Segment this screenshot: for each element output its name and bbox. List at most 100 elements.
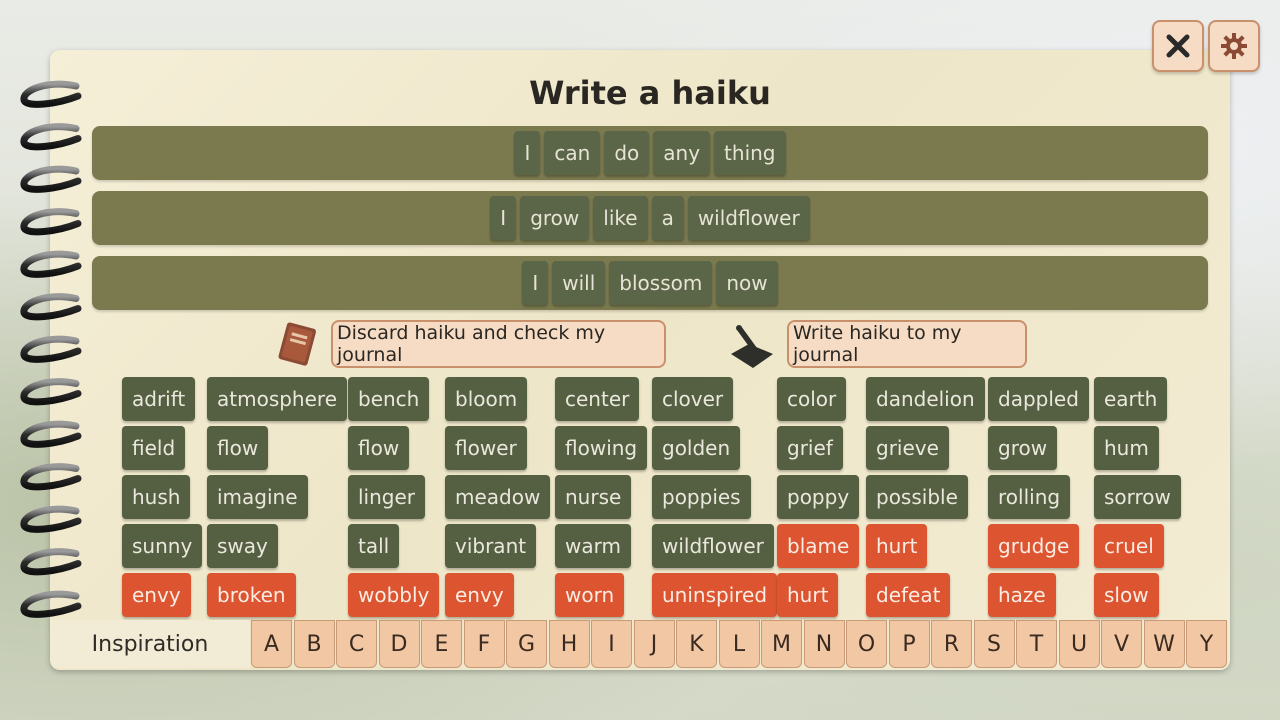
word-tile[interactable]: earth <box>1094 377 1168 421</box>
word-tile[interactable]: dappled <box>988 377 1089 421</box>
word-tile[interactable]: field <box>122 426 186 470</box>
word-tile[interactable]: flow <box>207 426 269 470</box>
word-tile[interactable]: vibrant <box>445 524 537 568</box>
letter-tab-d[interactable]: D <box>378 620 420 668</box>
word-tile[interactable]: grief <box>777 426 843 470</box>
discard-haiku-button[interactable]: Discard haiku and check my journal <box>331 320 666 368</box>
word-tile[interactable]: poppy <box>777 475 860 519</box>
word-tile[interactable]: bloom <box>445 377 528 421</box>
haiku-word[interactable]: can <box>544 131 601 175</box>
word-tile[interactable]: atmosphere <box>207 377 347 421</box>
haiku-word[interactable]: I <box>514 131 541 175</box>
word-tile[interactable]: wildflower <box>652 524 774 568</box>
word-tile[interactable]: broken <box>207 573 296 617</box>
haiku-word[interactable]: now <box>716 261 778 305</box>
haiku-line-1[interactable]: Ican do any thing <box>92 126 1208 180</box>
word-tile[interactable]: dandelion <box>866 377 985 421</box>
haiku-word[interactable]: thing <box>714 131 786 175</box>
inspiration-tab[interactable]: Inspiration <box>50 620 250 668</box>
word-tile[interactable]: envy <box>122 573 191 617</box>
word-tile[interactable]: hum <box>1094 426 1159 470</box>
word-tile[interactable]: adrift <box>122 377 196 421</box>
letter-tab-u[interactable]: U <box>1058 620 1100 668</box>
letter-tab-i[interactable]: I <box>591 620 632 668</box>
spiral-coil <box>20 378 82 406</box>
word-tile[interactable]: hurt <box>777 573 839 617</box>
word-tile[interactable]: meadow <box>445 475 551 519</box>
word-tile[interactable]: nurse <box>555 475 632 519</box>
word-tile[interactable]: poppies <box>652 475 751 519</box>
word-tile[interactable]: blame <box>777 524 860 568</box>
word-tile[interactable]: grieve <box>866 426 949 470</box>
word-tile[interactable]: sunny <box>122 524 203 568</box>
word-tile[interactable]: cruel <box>1094 524 1164 568</box>
word-tile[interactable]: slow <box>1094 573 1159 617</box>
word-tile[interactable]: grow <box>988 426 1058 470</box>
letter-tab-p[interactable]: P <box>888 620 930 668</box>
word-tile[interactable]: hush <box>122 475 191 519</box>
word-tile[interactable]: envy <box>445 573 514 617</box>
letter-tab-g[interactable]: G <box>506 620 547 668</box>
haiku-word[interactable]: I <box>522 261 549 305</box>
letter-tab-a[interactable]: A <box>251 620 292 668</box>
letter-tab-e[interactable]: E <box>421 620 462 668</box>
close-button[interactable] <box>1152 20 1204 72</box>
haiku-word[interactable]: do <box>604 131 650 175</box>
haiku-line-2[interactable]: Igrow like a wildflower <box>92 191 1208 245</box>
quill-pen-icon[interactable] <box>727 322 777 372</box>
letter-tab-r[interactable]: R <box>931 620 972 668</box>
word-tile[interactable]: defeat <box>866 573 951 617</box>
letter-tab-y[interactable]: Y <box>1186 620 1227 668</box>
word-tile[interactable]: hurt <box>866 524 928 568</box>
letter-tab-j[interactable]: J <box>633 620 675 668</box>
letter-tab-m[interactable]: M <box>761 620 802 668</box>
word-tile[interactable]: warm <box>555 524 631 568</box>
word-tile[interactable]: flowing <box>555 426 648 470</box>
journal-book-icon[interactable] <box>272 320 322 370</box>
page-title: Write a haiku <box>529 74 771 112</box>
letter-tab-l[interactable]: L <box>718 620 760 668</box>
letter-tab-s[interactable]: S <box>973 620 1015 668</box>
haiku-word[interactable]: grow <box>520 196 590 240</box>
word-tile[interactable]: flow <box>348 426 410 470</box>
word-tile[interactable]: center <box>555 377 640 421</box>
word-tile[interactable]: flower <box>445 426 527 470</box>
haiku-word[interactable]: like <box>593 196 648 240</box>
word-tile[interactable]: worn <box>555 573 625 617</box>
letter-tab-o[interactable]: O <box>846 620 887 668</box>
letter-tab-c[interactable]: C <box>336 620 377 668</box>
haiku-word[interactable]: I <box>490 196 517 240</box>
word-tile[interactable]: tall <box>348 524 400 568</box>
letter-tab-v[interactable]: V <box>1101 620 1142 668</box>
word-tile[interactable]: uninspired <box>652 573 778 617</box>
word-tile[interactable]: imagine <box>207 475 308 519</box>
word-tile[interactable]: sorrow <box>1094 475 1181 519</box>
word-tile[interactable]: color <box>777 377 847 421</box>
word-tile[interactable]: possible <box>866 475 968 519</box>
word-tile[interactable]: rolling <box>988 475 1071 519</box>
letter-tab-n[interactable]: N <box>803 620 845 668</box>
letter-tab-h[interactable]: H <box>548 620 590 668</box>
spiral-coil <box>20 250 82 278</box>
letter-tab-f[interactable]: F <box>463 620 505 668</box>
haiku-word[interactable]: wildflower <box>687 196 810 240</box>
letter-tab-t[interactable]: T <box>1016 620 1057 668</box>
haiku-word[interactable]: will <box>552 261 606 305</box>
letter-tab-k[interactable]: K <box>676 620 717 668</box>
haiku-word[interactable]: any <box>653 131 711 175</box>
haiku-word[interactable]: blossom <box>609 261 713 305</box>
write-haiku-button[interactable]: Write haiku to my journal <box>787 320 1027 368</box>
haiku-word[interactable]: a <box>651 196 684 240</box>
haiku-line-3[interactable]: Iwill blossom now <box>92 256 1208 310</box>
letter-tab-b[interactable]: B <box>293 620 335 668</box>
word-tile[interactable]: grudge <box>988 524 1080 568</box>
word-tile[interactable]: golden <box>652 426 741 470</box>
word-tile[interactable]: wobbly <box>348 573 440 617</box>
settings-button[interactable] <box>1208 20 1260 72</box>
word-tile[interactable]: sway <box>207 524 278 568</box>
word-tile[interactable]: linger <box>348 475 426 519</box>
word-tile[interactable]: haze <box>988 573 1056 617</box>
word-tile[interactable]: bench <box>348 377 430 421</box>
letter-tab-w[interactable]: W <box>1143 620 1185 668</box>
word-tile[interactable]: clover <box>652 377 734 421</box>
